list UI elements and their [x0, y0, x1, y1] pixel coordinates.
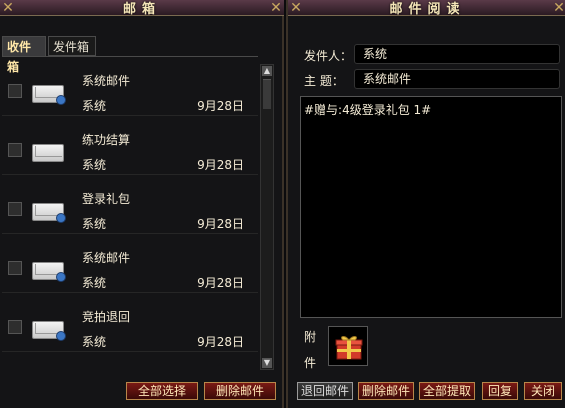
mailbox-tabs: 收件箱 发件箱	[0, 36, 284, 74]
envelope-icon	[32, 262, 66, 282]
mailbox-panel: ✕ 邮箱 ✕ 收件箱 发件箱 系统邮件 系统 9月28日 练功结算 系统 9月2…	[0, 0, 284, 408]
mail-row[interactable]: 竞拍退回 系统 9月28日	[2, 293, 258, 352]
mailbox-title: 邮箱	[122, 2, 161, 17]
envelope-icon	[32, 203, 66, 223]
corner-ornament-icon: ✕	[553, 0, 565, 16]
sender-label: 发件人：	[304, 49, 353, 63]
delete-mail-button[interactable]: 删除邮件	[358, 382, 414, 400]
tab-outbox[interactable]: 发件箱	[48, 36, 96, 56]
mail-sender: 系统	[82, 99, 107, 113]
gift-box-icon	[335, 336, 363, 360]
mail-sender: 系统	[82, 335, 107, 349]
return-mail-button[interactable]: 退回邮件	[297, 382, 353, 400]
mail-subject: 竞拍退回	[82, 310, 131, 324]
seal-icon	[56, 95, 66, 105]
delete-mail-button[interactable]: 删除邮件	[204, 382, 276, 400]
mail-subject: 登录礼包	[82, 192, 131, 206]
subject-field: 系统邮件	[354, 69, 560, 89]
tab-inbox[interactable]: 收件箱	[2, 36, 46, 74]
mail-row[interactable]: 系统邮件 系统 9月28日	[2, 234, 258, 293]
mail-subject: 系统邮件	[82, 74, 131, 88]
mail-checkbox[interactable]	[8, 261, 22, 275]
mail-checkbox[interactable]	[8, 320, 22, 334]
attachment-label: 附	[304, 330, 317, 344]
seal-icon	[56, 331, 66, 341]
mail-subject: 练功结算	[82, 133, 131, 147]
mail-sender: 系统	[82, 276, 107, 290]
mail-date: 9月28日	[197, 99, 244, 113]
mailbox-titlebar: ✕ 邮箱 ✕	[0, 0, 284, 17]
mail-date: 9月28日	[197, 335, 244, 349]
reader-title: 邮件阅读	[389, 2, 466, 17]
seal-icon	[56, 213, 66, 223]
mail-sender: 系统	[82, 217, 107, 231]
mail-sender: 系统	[82, 158, 107, 172]
select-all-button[interactable]: 全部选择	[126, 382, 198, 400]
mail-row[interactable]: 登录礼包 系统 9月28日	[2, 175, 258, 234]
close-button[interactable]: 关闭	[524, 382, 562, 400]
corner-ornament-icon: ✕	[270, 0, 282, 16]
envelope-icon	[32, 85, 66, 105]
attachment-label: 件	[304, 356, 317, 370]
reply-button[interactable]: 回复	[482, 382, 518, 400]
mail-checkbox[interactable]	[8, 143, 22, 157]
scroll-thumb[interactable]	[263, 79, 271, 109]
attachment-slot[interactable]	[328, 326, 368, 366]
mail-list: 系统邮件 系统 9月28日 练功结算 系统 9月28日 登录礼包 系统 9月28…	[2, 56, 258, 370]
mail-checkbox[interactable]	[8, 84, 22, 98]
envelope-icon	[32, 321, 66, 341]
sender-field: 系统	[354, 44, 560, 64]
mail-checkbox[interactable]	[8, 202, 22, 216]
mail-list-scrollbar[interactable]: ▲ ▼	[260, 64, 274, 370]
scroll-down-icon[interactable]: ▼	[262, 358, 272, 368]
reader-panel: ✕ 邮件阅读 ✕ 发件人： 系统 主 题： 系统邮件 #赠与:4级登录礼包 1#…	[286, 0, 565, 408]
subject-label: 主 题：	[304, 74, 344, 88]
envelope-icon	[32, 144, 64, 162]
mail-subject: 系统邮件	[82, 251, 131, 265]
mail-date: 9月28日	[197, 276, 244, 290]
mail-date: 9月28日	[197, 158, 244, 172]
mail-row[interactable]: 系统邮件 系统 9月28日	[2, 57, 258, 116]
reader-titlebar: ✕ 邮件阅读 ✕	[288, 0, 565, 17]
mail-date: 9月28日	[197, 217, 244, 231]
mail-row[interactable]: 练功结算 系统 9月28日	[2, 116, 258, 175]
scroll-up-icon[interactable]: ▲	[262, 66, 272, 76]
collect-all-button[interactable]: 全部提取	[419, 382, 475, 400]
seal-icon	[56, 272, 66, 282]
mail-body: #赠与:4级登录礼包 1#	[300, 96, 562, 318]
